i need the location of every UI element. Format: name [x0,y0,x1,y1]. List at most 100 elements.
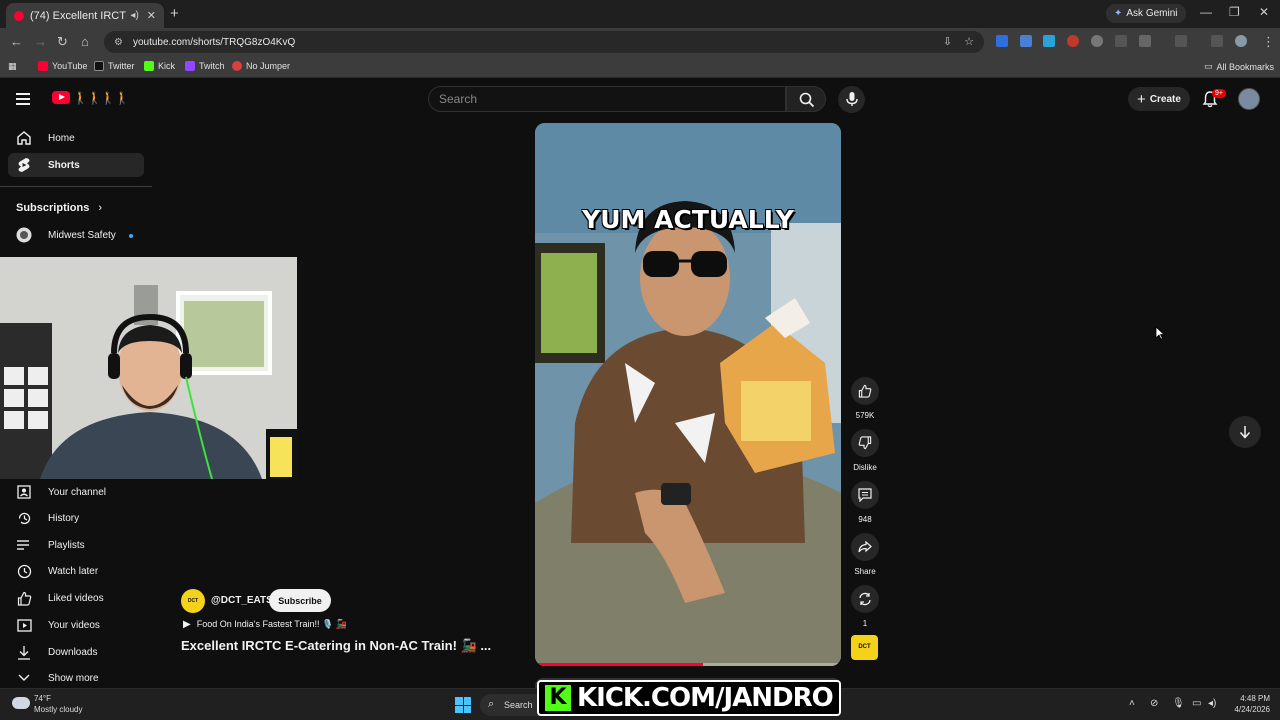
create-button[interactable]: + Create [1128,87,1190,111]
sidebar-subscription-midwest-safety[interactable]: Midwest Safety [8,223,144,247]
comments-button[interactable] [851,481,879,509]
subscribe-button[interactable]: Subscribe [269,589,331,612]
weather-condition[interactable]: Mostly cloudy [34,705,82,714]
remix-action[interactable]: 1 [850,585,880,628]
dislike-button[interactable] [851,429,879,457]
account-avatar[interactable] [1238,88,1260,110]
folder-icon: ▭ [1204,61,1213,71]
bookmark-star-icon[interactable]: ☆ [964,35,974,48]
channel-audio-thumbnail[interactable]: DCT EATS [851,635,878,675]
apps-grid-icon[interactable]: ▦ [8,61,17,72]
remix-button[interactable] [851,585,879,613]
clock-time[interactable]: 4:48 PM [1230,694,1270,703]
channel-avatar[interactable]: DCT EATS [181,589,205,628]
url-text[interactable]: youtube.com/shorts/TRQG8zO4KvQ [133,37,295,48]
video-progress-bar[interactable] [535,663,841,666]
gemini-icon: ✦ [1114,8,1123,19]
extension-3-icon[interactable] [1043,35,1055,47]
search-button[interactable] [786,86,826,112]
hamburger-menu-icon[interactable] [16,93,30,105]
extension-1-icon[interactable] [996,35,1008,47]
bookmark-kick[interactable]: Kick [144,61,175,71]
sidebar-item-downloads[interactable]: Downloads [8,640,144,664]
ask-gemini-label: Ask Gemini [1126,8,1178,19]
twitch-icon [185,61,195,71]
microphone-icon[interactable]: 🎙 [1172,698,1185,709]
clock-date[interactable]: 4/24/2026 [1222,705,1270,714]
reload-icon[interactable]: ↻ [57,34,68,50]
volume-icon[interactable]: ◂) [1208,698,1216,709]
show-hidden-icons-icon[interactable]: ˄ [1129,698,1135,709]
person-box-icon [16,484,32,500]
minimize-icon[interactable]: — [1200,5,1212,19]
profile-avatar-icon[interactable] [1235,35,1247,47]
comments-action[interactable]: 948 [850,481,880,524]
new-tab-button[interactable]: + [170,5,179,22]
like-button[interactable] [851,377,879,405]
extensions-puzzle-icon[interactable] [1139,35,1151,47]
side-panel-icon[interactable] [1175,35,1187,47]
short-video-player[interactable]: YUM ACTUALLY [535,123,841,666]
youtube-logo-icon[interactable] [52,91,70,104]
youtube-icon [38,61,48,71]
extension-4-icon[interactable] [1067,35,1079,47]
like-action[interactable]: 579K [850,377,880,420]
close-window-icon[interactable]: ✕ [1259,5,1269,19]
create-label: Create [1149,93,1181,105]
bookmark-twitter[interactable]: Twitter [94,61,135,71]
next-short-button[interactable] [1229,416,1261,448]
subscriptions-header[interactable]: Subscriptions › [16,202,102,214]
youtube-doodle-logo[interactable]: 🚶🚶🚶🚶 [73,91,130,105]
reading-list-icon[interactable] [1211,35,1223,47]
bookmark-twitch[interactable]: Twitch [185,61,225,71]
sidebar-item-your-videos[interactable]: Your videos [8,613,144,637]
install-app-icon[interactable]: ⇩ [943,35,952,48]
music-track[interactable]: ▶ Food On India's Fastest Train!! 🎙️ 🚂 [183,619,347,630]
sidebar-item-show-more[interactable]: Show more [8,666,144,690]
ask-gemini-button[interactable]: ✦ Ask Gemini [1106,4,1186,23]
cloud-icon[interactable] [12,697,30,709]
sidebar-item-watch-later[interactable]: Watch later [8,559,144,583]
tab-youtube-short[interactable]: (74) Excellent IRCTC E-Cater ◂) ✕ [6,3,164,28]
sidebar-item-home[interactable]: Home [8,126,144,150]
restore-icon[interactable]: ❐ [1229,5,1240,19]
network-icon[interactable]: ⊘ [1150,698,1158,709]
sidebar-item-label: Home [48,132,75,144]
close-tab-icon[interactable]: ✕ [147,9,156,22]
home-icon[interactable]: ⌂ [81,34,89,49]
display-icon[interactable]: ▭ [1192,698,1201,709]
address-bar[interactable]: ⚙ youtube.com/shorts/TRQG8zO4KvQ ⇩ ☆ [104,31,984,53]
share-arrow-icon [858,541,872,553]
share-label: Share [854,567,876,576]
browser-menu-icon[interactable]: ⋮ [1262,34,1275,50]
sidebar-divider [0,186,152,187]
sidebar-item-history[interactable]: History [8,506,144,530]
search-input[interactable]: Search [428,86,786,112]
windows-start-icon[interactable] [455,697,471,713]
share-action[interactable]: Share [850,533,880,576]
weather-temperature[interactable]: 74°F [34,694,51,703]
channel-handle[interactable]: @DCT_EATS [211,595,273,606]
extension-6-icon[interactable] [1115,35,1127,47]
all-bookmarks-button[interactable]: ▭ All Bookmarks [1204,61,1274,72]
sidebar-item-liked-videos[interactable]: Liked videos [8,586,144,610]
share-button[interactable] [851,533,879,561]
kick-icon [144,61,154,71]
forward-icon[interactable]: → [34,34,47,49]
sidebar-item-shorts[interactable]: Shorts [8,153,144,177]
bookmark-no-jumper[interactable]: No Jumper [232,61,290,71]
audio-playing-icon[interactable]: ◂) [130,10,138,21]
sidebar-item-label: Your videos [48,619,100,631]
bookmark-youtube[interactable]: YouTube [38,61,87,71]
site-info-icon[interactable]: ⚙ [114,37,123,48]
video-title[interactable]: Excellent IRCTC E-Catering in Non-AC Tra… [181,638,491,654]
sidebar-item-label: Shorts [48,159,80,171]
dislike-action[interactable]: Dislike [850,429,880,472]
sidebar-item-playlists[interactable]: Playlists [8,533,144,557]
voice-search-button[interactable] [838,86,865,113]
extension-2-icon[interactable] [1020,35,1032,47]
plus-icon: + [1137,90,1146,108]
back-icon[interactable]: ← [10,34,23,49]
extension-5-icon[interactable] [1091,35,1103,47]
sidebar-item-your-channel[interactable]: Your channel [8,480,144,504]
